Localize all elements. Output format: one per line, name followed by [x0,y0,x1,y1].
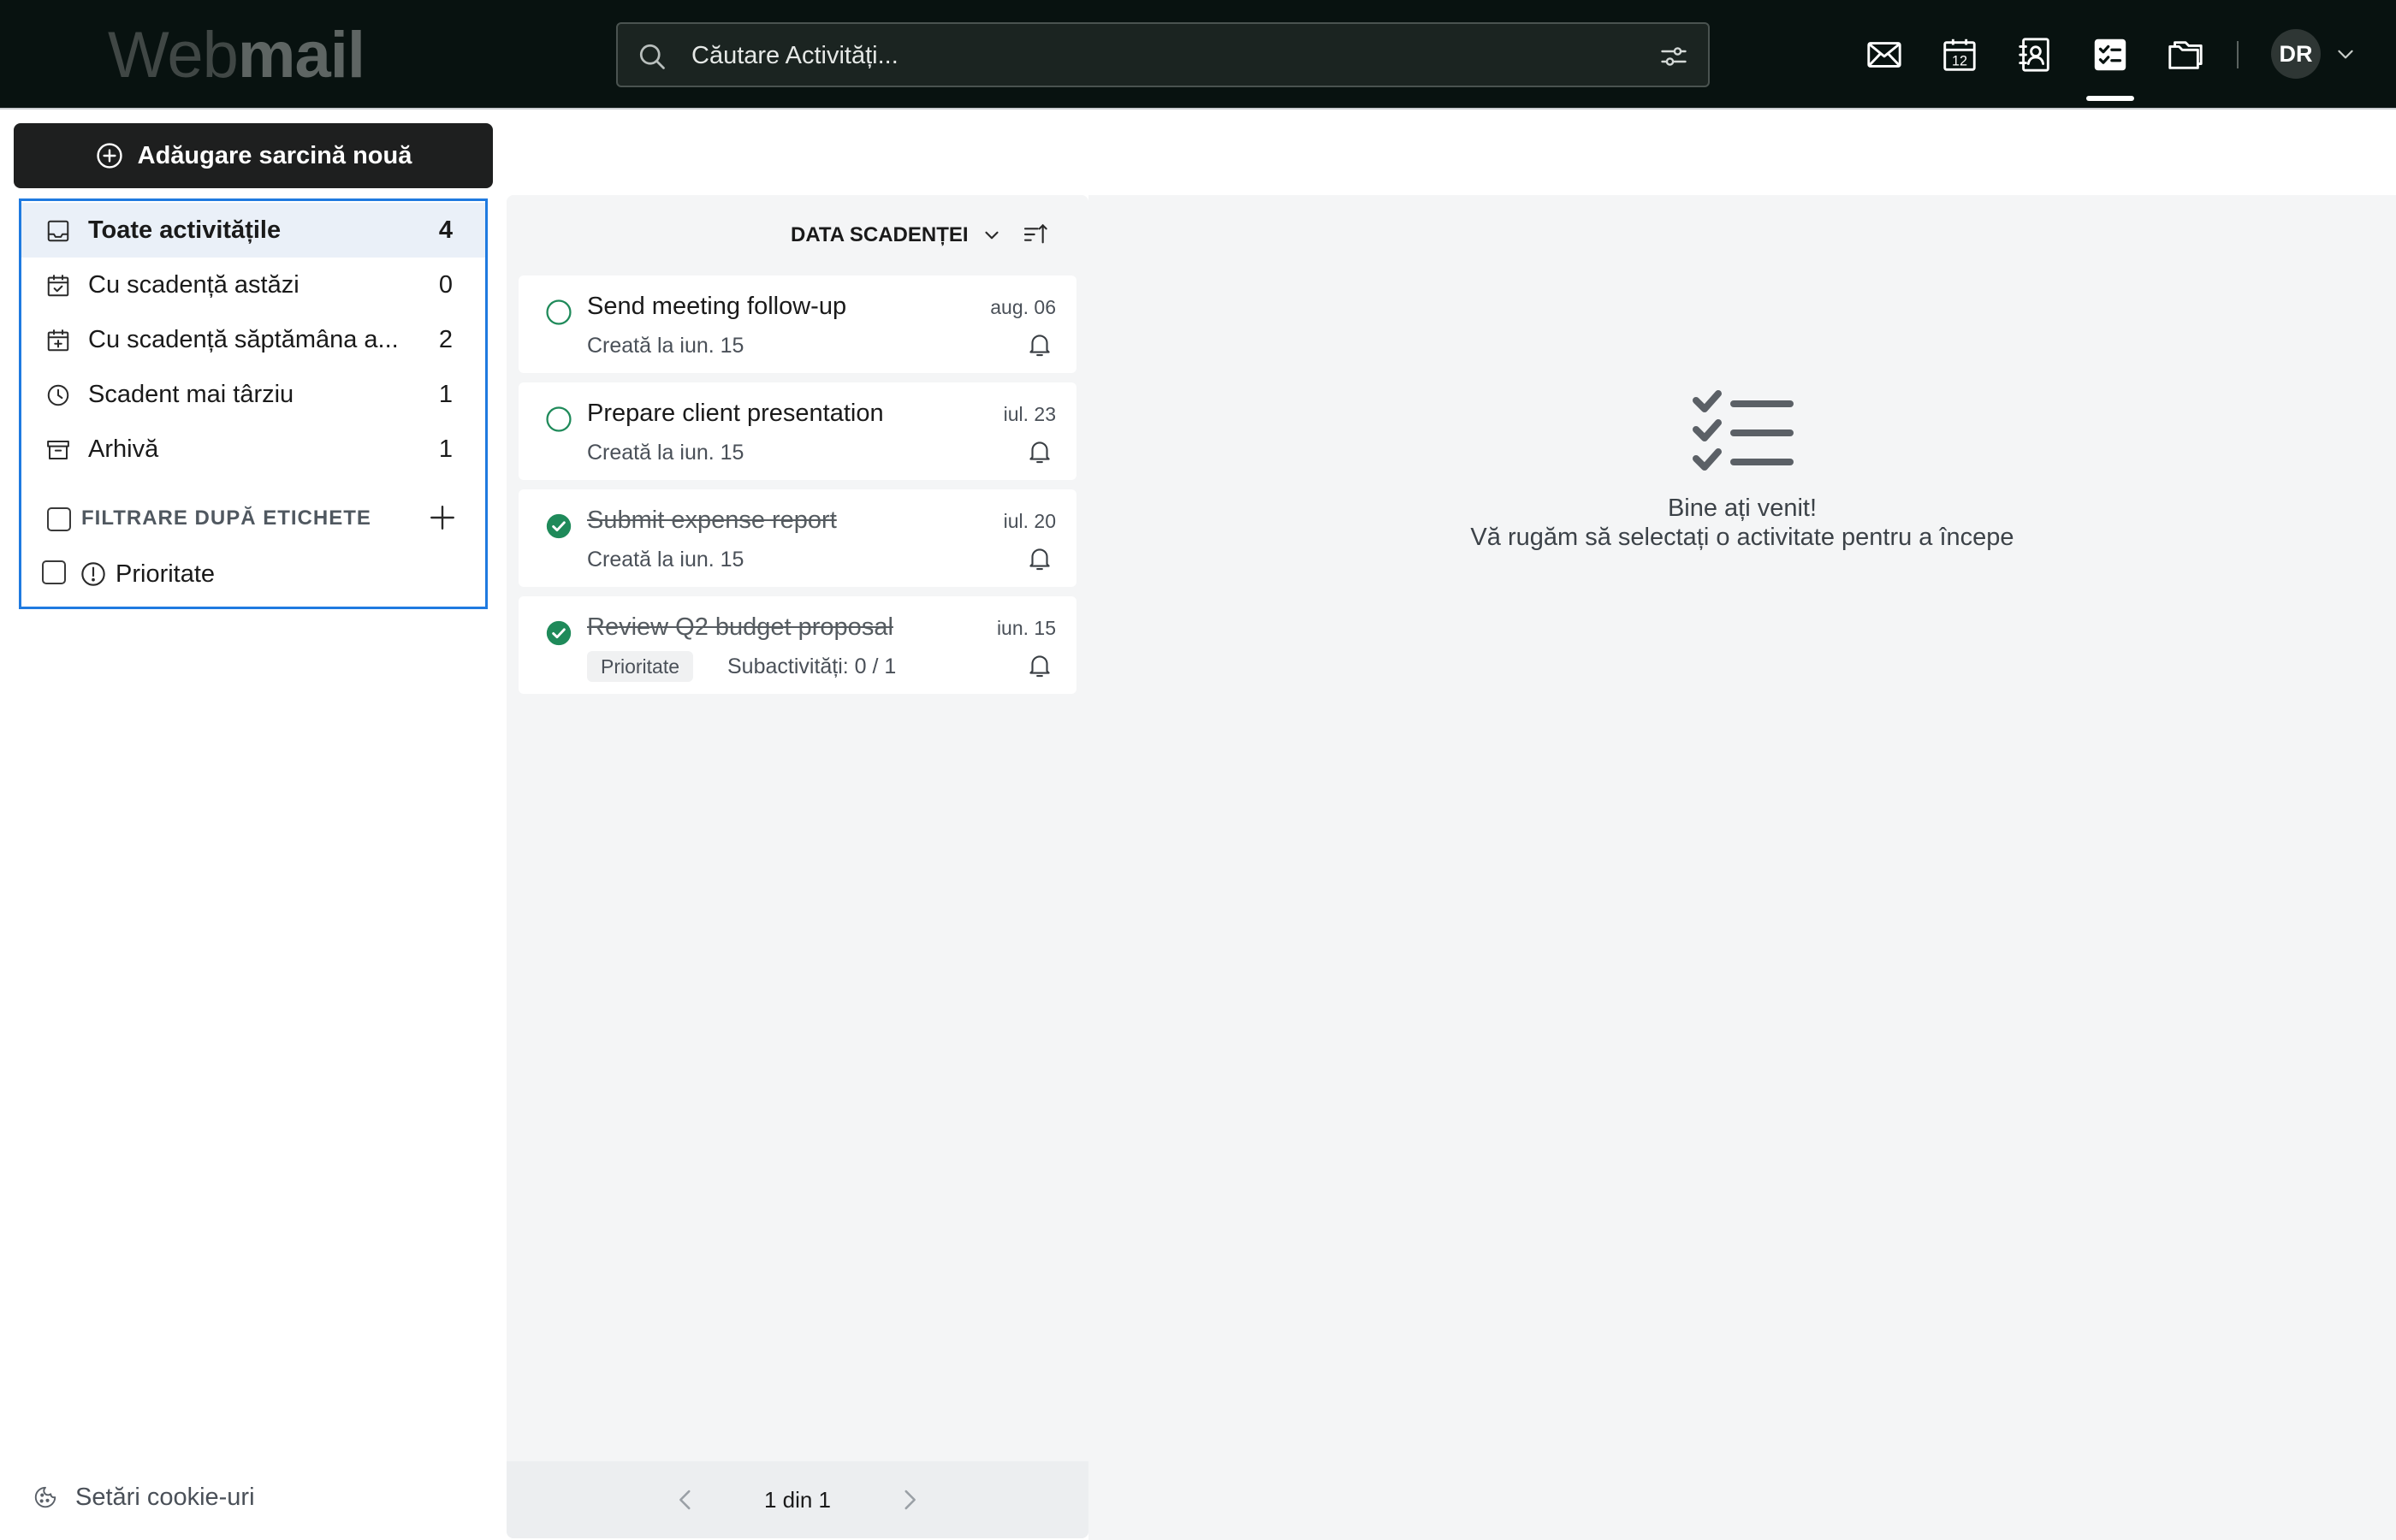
task-title: Review Q2 budget proposal [587,613,893,641]
bell-icon[interactable] [1025,544,1054,573]
sort-field-dropdown[interactable]: DATA SCADENȚEI [791,222,969,248]
search-icon [639,44,665,69]
calendar-check-icon [47,275,69,297]
task-created-date: Creată la iun. 15 [587,441,744,465]
clock-icon [47,384,69,406]
pagination-status: 1 din 1 [763,1487,832,1513]
tag-item-priority[interactable]: Prioritate [21,552,485,595]
filter-sliders-icon[interactable] [1658,41,1689,72]
task-status-done-icon[interactable] [544,512,573,541]
nav-calendar[interactable]: 12 [1936,31,1984,79]
add-tag-icon[interactable] [427,502,458,533]
checklist-icon [1693,390,1794,471]
task-item[interactable]: Review Q2 budget proposal iun. 15 Priori… [519,596,1076,694]
nav-files[interactable] [2162,31,2209,79]
folder-label: Scadent mai târziu [88,381,294,408]
files-icon [2168,41,2203,69]
task-item[interactable]: Submit expense report iul. 20 Creată la … [519,489,1076,587]
task-title: Send meeting follow-up [587,293,847,320]
tags-filter-header: FILTRARE DUPĂ ETICHETE [21,497,485,540]
task-item[interactable]: Prepare client presentation iul. 23 Crea… [519,382,1076,480]
task-due-date: aug. 06 [990,296,1056,318]
task-created-date: Creată la iun. 15 [587,334,744,358]
task-subtasks-count: Subactivități: 0 / 1 [727,654,897,678]
chevron-right-icon[interactable] [895,1485,924,1514]
pagination-bar: 1 din 1 [507,1461,1088,1538]
folder-count: 1 [438,435,453,463]
welcome-title: Bine ați venit! [1667,495,1818,522]
welcome-subtitle: Vă rugăm să selectați o activitate pentr… [1470,524,2014,551]
task-title: Submit expense report [587,506,837,534]
calendar-day-number: 12 [1952,54,1967,69]
folder-label: Toate activitățile [88,216,282,244]
task-item[interactable]: Send meeting follow-up aug. 06 Creată la… [519,275,1076,373]
inbox-icon [47,220,69,242]
task-due-date: iun. 15 [996,617,1056,639]
folder-due-this-week[interactable]: Cu scadență săptămâna a... 2 [21,312,485,367]
task-due-date: iul. 20 [1003,510,1056,532]
add-new-task-label: Adăugare sarcină nouă [137,141,412,169]
mail-icon [1867,42,1901,68]
task-status-open-icon[interactable] [544,298,573,327]
tag-checkbox[interactable] [42,560,66,584]
folder-count: 1 [438,381,453,408]
logo-part-web: Web [108,19,239,92]
nav-separator [2237,41,2239,68]
task-status-done-icon[interactable] [544,619,573,648]
folder-count: 4 [438,216,453,244]
task-list-panel: DATA SCADENȚEI Send meeting follow-up au… [507,195,1088,1538]
folder-due-today[interactable]: Cu scadență astăzi 0 [21,258,485,312]
nav-contacts[interactable] [2011,31,2059,79]
tasks-icon [2094,38,2126,71]
bell-icon[interactable] [1025,651,1054,680]
calendar-icon: 12 [1943,38,1976,71]
cookie-settings-label: Setări cookie-uri [75,1483,255,1511]
archive-icon [47,441,69,459]
folder-archive[interactable]: Arhivă 1 [21,422,485,477]
chevron-down-icon[interactable] [981,224,1003,246]
exclamation-circle-icon [81,562,105,586]
folder-count: 0 [438,271,453,299]
folder-count: 2 [438,326,453,353]
cookie-icon [34,1486,56,1508]
task-detail-pane: Bine ați venit! Vă rugăm să selectați o … [1088,195,2396,1540]
folder-label: Cu scadență astăzi [88,271,300,299]
tags-select-all-checkbox[interactable] [47,507,71,531]
tag-label: Prioritate [116,560,216,588]
task-tag-chip: Prioritate [587,651,694,682]
folder-label: Cu scadență săptămâna a... [88,326,399,353]
task-status-open-icon[interactable] [544,405,573,434]
task-folders-panel: Toate activitățile 4 Cu scadență astăzi … [19,198,488,609]
folder-label: Arhivă [88,435,159,463]
folder-all-tasks[interactable]: Toate activitățile 4 [21,203,485,258]
active-nav-indicator [2086,96,2134,101]
user-avatar[interactable]: DR [2271,29,2321,79]
task-created-date: Creată la iun. 15 [587,548,744,572]
nav-tasks[interactable] [2086,31,2134,79]
plus-circle-icon [96,143,122,169]
logo-part-mail: mail [237,19,365,92]
task-due-date: iul. 23 [1003,403,1056,425]
nav-mail[interactable] [1860,31,1908,79]
sort-bar: DATA SCADENȚEI [507,195,1088,272]
bell-icon[interactable] [1025,330,1054,359]
search-input[interactable] [691,34,1616,77]
task-title: Prepare client presentation [587,400,884,427]
webmail-logo[interactable]: Webmail [108,19,365,92]
calendar-plus-icon [47,329,69,352]
search-bar [616,22,1710,87]
top-bar: Webmail 12 DR [0,0,2396,110]
sort-order-icon[interactable] [1022,221,1049,248]
add-new-task-button[interactable]: Adăugare sarcină nouă [14,123,493,188]
cookie-settings-link[interactable]: Setări cookie-uri [33,1480,255,1514]
folder-due-later[interactable]: Scadent mai târziu 1 [21,367,485,422]
tags-filter-title: FILTRARE DUPĂ ETICHETE [81,506,371,530]
contacts-icon [2019,38,2049,72]
chevron-down-icon[interactable] [2334,43,2357,65]
bell-icon[interactable] [1025,437,1054,466]
